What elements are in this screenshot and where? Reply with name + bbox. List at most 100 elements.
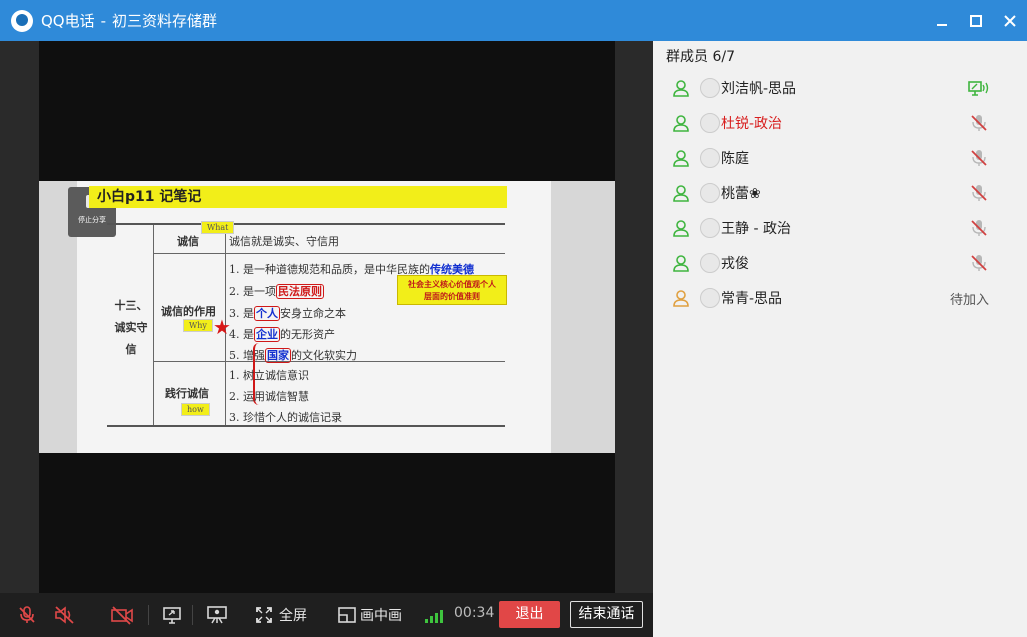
toolbar-divider <box>192 605 193 625</box>
share-screen-icon <box>163 607 181 624</box>
row-line: 1. 树立诚信意识 <box>229 369 309 382</box>
title-bar: QQ电话 - 初三资料存储群 <box>0 0 1027 41</box>
mic-muted-icon <box>971 115 987 131</box>
member-panel: 群成员 6/7 刘洁帆-思品 杜锐-政治陈庭桃蕾❀ 王静 - 政治 戎俊常青-思品 待加… <box>653 41 1027 637</box>
row-line: 1. 是一种道德规范和品质，是中华民族的传统美德 <box>229 261 474 277</box>
avatar <box>700 218 720 238</box>
presentation-icon <box>207 606 227 624</box>
mic-off-icon <box>19 606 35 623</box>
waiting-status: 待加入 <box>950 293 990 308</box>
row-heading: 诚信 <box>177 235 199 248</box>
member-row[interactable]: 杜锐-政治 <box>653 106 1027 141</box>
qq-call-window: QQ电话 - 初三资料存储群 停止分享 小白p11 记笔记 十三、 诚实守 信 … <box>0 0 1027 637</box>
member-name: 戎俊 <box>721 256 749 272</box>
presentation-button[interactable] <box>205 604 229 626</box>
notes-table: 十三、 诚实守 信 What 诚信 诚信就是诚实、守信用 社会主义核心价值观个人… <box>107 221 507 427</box>
line-text: 4. 是 <box>229 328 254 341</box>
fullscreen-button[interactable]: 全屏 <box>279 605 307 625</box>
row-line: 5. 增强 国家 的文化软实力 <box>229 347 357 363</box>
window-controls <box>925 0 1027 41</box>
person-icon <box>673 150 689 167</box>
why-tag: Why <box>183 319 213 332</box>
exit-button[interactable]: 退出 <box>499 601 560 628</box>
signal-strength-icon <box>425 605 447 623</box>
member-row[interactable]: 王静 - 政治 <box>653 211 1027 246</box>
speaker-off-icon <box>55 606 74 624</box>
video-area[interactable]: 停止分享 小白p11 记笔记 十三、 诚实守 信 What 诚信 诚信就是诚实、… <box>0 41 653 593</box>
avatar <box>700 78 720 98</box>
picture-in-picture-button[interactable]: 画中画 <box>360 605 402 625</box>
avatar <box>700 288 720 308</box>
group-name: 初三资料存储群 <box>112 12 218 30</box>
member-name: 杜锐-政治 <box>721 116 783 132</box>
member-row[interactable]: 常青-思品 待加入 <box>653 281 1027 316</box>
line-keyword: 个人 <box>254 306 280 321</box>
avatar <box>700 183 720 203</box>
shared-slide: 停止分享 小白p11 记笔记 十三、 诚实守 信 What 诚信 诚信就是诚实、… <box>39 181 615 453</box>
screen-sharing-icon <box>968 81 989 96</box>
row-line: 2. 是一项 民法原则 <box>229 283 324 299</box>
minimize-icon <box>937 23 947 26</box>
end-call-button[interactable]: 结束通话 <box>570 601 643 628</box>
call-toolbar: 全屏 画中画 00:34 退出 结束通话 <box>0 593 653 637</box>
slide-title: 小白p11 记笔记 <box>89 186 507 208</box>
member-row[interactable]: 桃蕾❀ <box>653 176 1027 211</box>
avatar <box>700 148 720 168</box>
member-name: 陈庭 <box>721 151 749 167</box>
callout-line: 层面的价值准则 <box>424 291 480 301</box>
row-line: 3. 珍惜个人的诚信记录 <box>229 411 342 424</box>
minimize-button[interactable] <box>925 0 959 41</box>
camera-off-icon <box>111 606 133 625</box>
callout-line: 社会主义核心价值观个人 <box>408 279 496 289</box>
member-count-header: 群成员 6/7 <box>666 49 735 65</box>
row-line: 诚信就是诚实、守信用 <box>229 235 339 248</box>
line-tail: 的无形资产 <box>280 328 335 341</box>
line-keyword: 企业 <box>254 327 280 342</box>
mic-muted-icon <box>971 255 987 271</box>
member-name: 刘洁帆-思品 <box>721 81 797 97</box>
avatar <box>700 113 720 133</box>
table-divider <box>153 225 154 425</box>
line-text: 5. 增强 <box>229 349 265 362</box>
member-name: 桃蕾❀ <box>721 186 761 202</box>
share-screen-button[interactable] <box>160 604 184 626</box>
person-icon <box>673 115 689 132</box>
line-keyword: 传统美德 <box>430 263 474 276</box>
member-name: 王静 - 政治 <box>721 221 791 237</box>
category-line: 诚实守 <box>114 321 148 334</box>
call-timer: 00:34 <box>454 605 495 621</box>
fullscreen-icon <box>252 604 276 626</box>
line-keyword: 民法原则 <box>276 284 324 299</box>
member-row[interactable]: 陈庭 <box>653 141 1027 176</box>
close-button[interactable] <box>993 0 1027 41</box>
person-icon <box>673 185 689 202</box>
person-icon <box>673 80 689 97</box>
line-text: 1. 是一种道德规范和品质，是中华民族的 <box>229 263 430 276</box>
title-separator: - <box>100 12 107 30</box>
line-tail: 的文化软实力 <box>291 349 357 362</box>
row-heading: 诚信的作用 <box>161 305 216 318</box>
mic-muted-icon <box>971 185 987 201</box>
speaker-muted-button[interactable] <box>53 604 77 626</box>
line-keyword: 国家 <box>265 348 291 363</box>
row-line: 4. 是企业 的无形资产 <box>229 326 335 342</box>
callout-box: 社会主义核心价值观个人 层面的价值准则 <box>397 275 507 305</box>
row-heading: 践行诚信 <box>165 387 209 400</box>
mic-muted-button[interactable] <box>15 604 39 626</box>
line-text: 2. 是一项 <box>229 285 276 298</box>
category-line: 十三、 <box>114 299 148 312</box>
member-name: 常青-思品 <box>721 291 783 307</box>
person-icon <box>673 220 689 237</box>
toolbar-divider <box>148 605 149 625</box>
member-row[interactable]: 戎俊 <box>653 246 1027 281</box>
how-tag: how <box>181 403 210 416</box>
avatar <box>700 253 720 273</box>
mic-muted-icon <box>971 150 987 166</box>
maximize-button[interactable] <box>959 0 993 41</box>
line-tail: 安身立命之本 <box>280 307 346 320</box>
window-title: QQ电话 - 初三资料存储群 <box>41 10 217 31</box>
line-text: 3. 是 <box>229 307 254 320</box>
mic-muted-icon <box>971 220 987 236</box>
camera-off-button[interactable] <box>110 604 134 626</box>
member-row[interactable]: 刘洁帆-思品 <box>653 71 1027 106</box>
